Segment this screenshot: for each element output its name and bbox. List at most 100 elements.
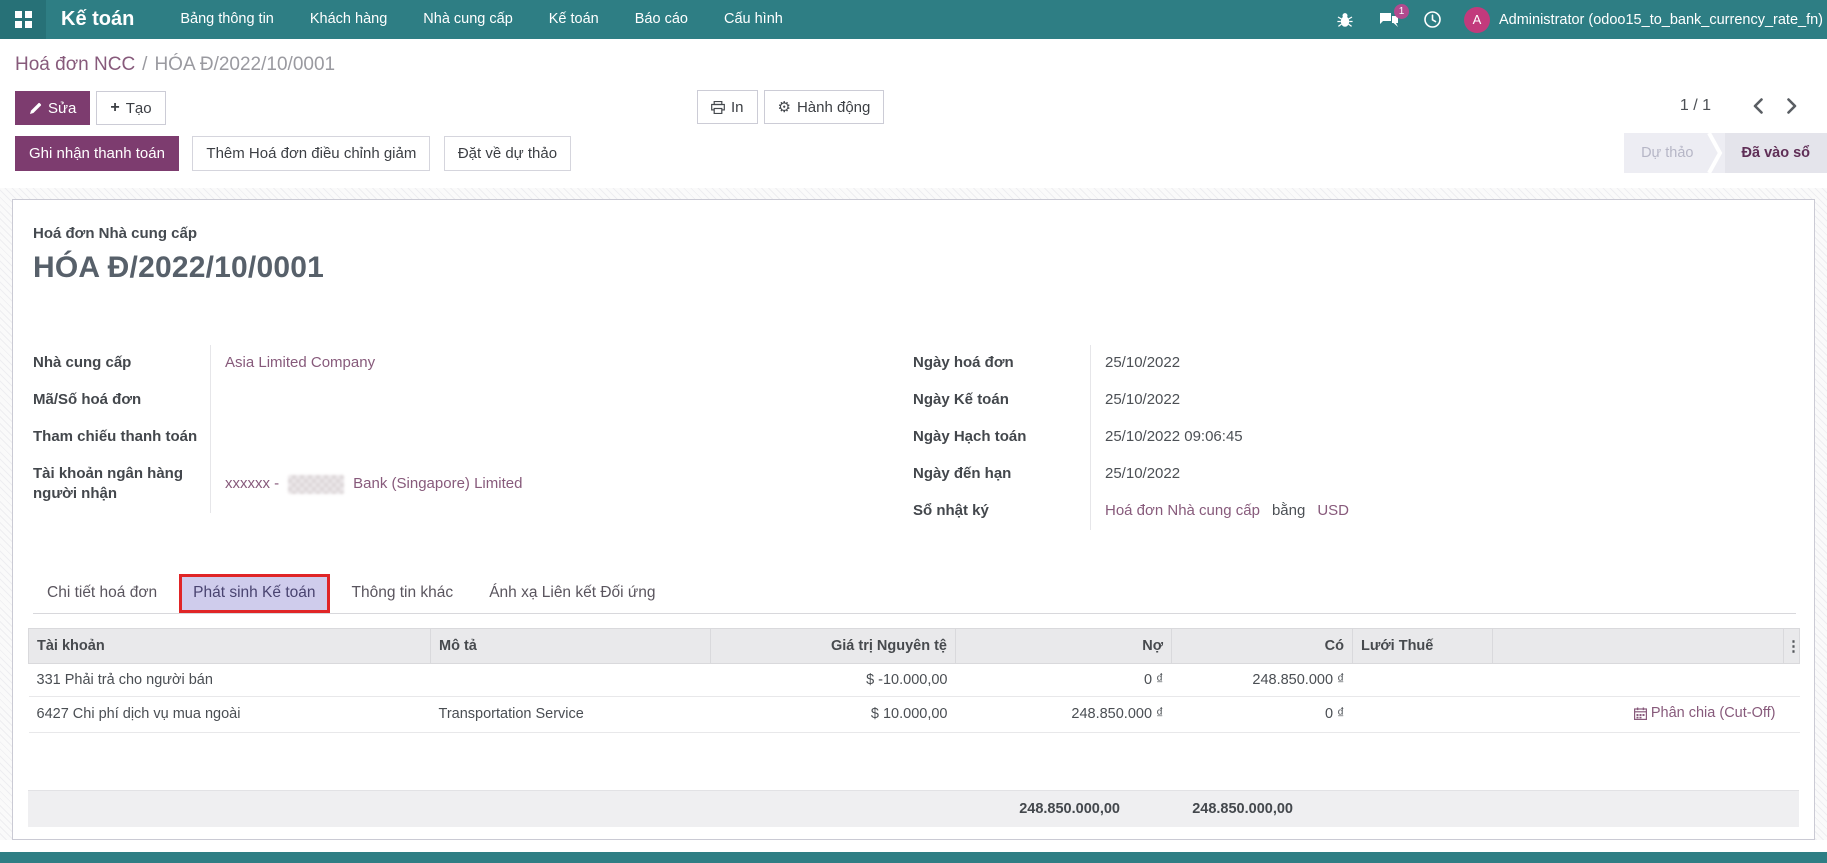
due-date-value[interactable]: 25/10/2022 (1090, 456, 1793, 493)
journal-connector: bằng (1260, 501, 1317, 521)
pager-count: 1 / 1 (1680, 97, 1711, 115)
tab-other-info[interactable]: Thông tin khác (338, 574, 468, 613)
bank-account-prefix[interactable]: xxxxxx - (225, 474, 279, 494)
printer-icon (711, 101, 725, 114)
document-buttons: In ⚙ Hành động (697, 90, 890, 124)
breadcrumb-parent-link[interactable]: Hoá đơn NCC (15, 54, 135, 75)
cell-credit: 248.850.000 ₫ (1172, 664, 1353, 697)
menu-item-customers[interactable]: Khách hàng (292, 0, 405, 39)
cutoff-button[interactable]: Phân chia (Cut-Off) (1634, 705, 1776, 721)
menu-item-accounting[interactable]: Kế toán (531, 0, 617, 39)
header-credit[interactable]: Có (1172, 629, 1353, 664)
apps-grid-icon (15, 11, 32, 28)
form-sheet: Hoá đơn Nhà cung cấp HÓA Đ/2022/10/0001 … (12, 199, 1815, 840)
field-label-posting-date: Ngày Hạch toán (913, 419, 1090, 456)
action-buttons-row: Sửa + Tạo In ⚙ Hành động 1 / 1 (0, 90, 1827, 126)
pager-next-icon[interactable] (1775, 94, 1809, 118)
breadcrumb: Hoá đơn NCC/HÓA Đ/2022/10/0001 (0, 50, 1827, 76)
action-menu-button[interactable]: ⚙ Hành động (764, 90, 885, 124)
menu-item-reports[interactable]: Báo cáo (617, 0, 706, 39)
menu-item-dashboard[interactable]: Bảng thông tin (162, 0, 292, 39)
field-label-journal: Sổ nhật ký (913, 493, 1090, 530)
register-payment-button[interactable]: Ghi nhận thanh toán (15, 136, 179, 171)
header-tax-grid[interactable]: Lưới Thuế (1353, 629, 1493, 664)
journal-value: Hoá đơn Nhà cung cấp bằng USD (1090, 493, 1793, 530)
cell-amount-currency: $ 10.000,00 (711, 697, 956, 733)
tab-journal-items[interactable]: Phát sinh Kế toán (179, 574, 329, 613)
document-type-label: Hoá đơn Nhà cung cấp (33, 225, 1814, 242)
payment-reference-value[interactable] (210, 419, 653, 456)
pencil-icon (29, 102, 42, 115)
table-row[interactable]: 331 Phải trả cho người bán $ -10.000,00 … (29, 664, 1800, 697)
header-debit[interactable]: Nợ (956, 629, 1172, 664)
column-toggle-icon[interactable]: ⋮ (1784, 629, 1800, 664)
state-draft[interactable]: Dự thảo (1624, 133, 1710, 173)
currency-link[interactable]: USD (1317, 501, 1349, 521)
tab-invoice-lines[interactable]: Chi tiết hoá đơn (33, 574, 171, 613)
debug-bug-icon[interactable] (1324, 0, 1366, 39)
field-label-recipient-bank: Tài khoản ngân hàng người nhận (33, 456, 210, 513)
user-menu[interactable]: Administrator (odoo15_to_bank_currency_r… (1490, 12, 1827, 28)
redacted-blur-box (288, 475, 344, 494)
gear-icon: ⚙ (778, 98, 791, 116)
bill-reference-value[interactable] (210, 382, 653, 419)
notebook-tabs: Chi tiết hoá đơn Phát sinh Kế toán Thông… (33, 574, 1796, 614)
totals-row: 248.850.000,00 248.850.000,00 (28, 790, 1799, 827)
field-label-vendor: Nhà cung cấp (33, 345, 210, 382)
right-field-group: Ngày hoá đơn 25/10/2022 Ngày Kế toán 25/… (913, 345, 1793, 530)
apps-menu-button[interactable] (0, 0, 46, 39)
bank-account-link[interactable]: Bank (Singapore) Limited (353, 474, 522, 494)
table-header-row: Tài khoản Mô tả Giá trị Nguyên tệ Nợ Có … (29, 629, 1800, 664)
table-row[interactable]: 6427 Chi phí dịch vụ mua ngoài Transport… (29, 697, 1800, 733)
breadcrumb-separator: / (135, 54, 154, 75)
cell-account: 6427 Chi phí dịch vụ mua ngoài (29, 697, 431, 733)
calendar-icon (1634, 707, 1647, 720)
state-arrow-icon (1711, 133, 1725, 173)
cell-debit: 248.850.000 ₫ (956, 697, 1172, 733)
total-credit: 248.850.000,00 (1171, 801, 1352, 817)
main-menu: Bảng thông tin Khách hàng Nhà cung cấp K… (162, 0, 801, 39)
pager-previous-icon[interactable] (1741, 94, 1775, 118)
control-panel: Hoá đơn NCC/HÓA Đ/2022/10/0001 Sửa + Tạo… (0, 39, 1827, 188)
top-navbar: Kế toán Bảng thông tin Khách hàng Nhà cu… (0, 0, 1827, 39)
recipient-bank-value: xxxxxx - Bank (Singapore) Limited (210, 456, 653, 513)
field-label-invoice-date: Ngày hoá đơn (913, 345, 1090, 382)
messages-icon[interactable]: 1 (1366, 0, 1411, 39)
app-title[interactable]: Kế toán (46, 8, 162, 31)
cell-credit: 0 ₫ (1172, 697, 1353, 733)
posting-date-value[interactable]: 25/10/2022 09:06:45 (1090, 419, 1793, 456)
header-description[interactable]: Mô tả (431, 629, 711, 664)
activities-clock-icon[interactable] (1411, 0, 1454, 39)
invoice-date-value[interactable]: 25/10/2022 (1090, 345, 1793, 382)
menu-item-vendors[interactable]: Nhà cung cấp (405, 0, 530, 39)
systray: 1 A Administrator (odoo15_to_bank_curren… (1324, 0, 1827, 39)
print-button[interactable]: In (697, 90, 758, 124)
edit-button[interactable]: Sửa (15, 91, 90, 125)
header-amount-currency[interactable]: Giá trị Nguyên tệ (711, 629, 956, 664)
header-extra (1493, 629, 1784, 664)
add-credit-note-button[interactable]: Thêm Hoá đơn điều chỉnh giảm (192, 136, 430, 171)
header-account[interactable]: Tài khoản (29, 629, 431, 664)
journal-link[interactable]: Hoá đơn Nhà cung cấp (1105, 501, 1260, 521)
messages-badge: 1 (1394, 4, 1409, 19)
reset-to-draft-button[interactable]: Đặt về dự thảo (444, 136, 571, 171)
plus-icon: + (110, 99, 119, 117)
menu-item-configuration[interactable]: Cấu hình (706, 0, 801, 39)
state-posted[interactable]: Đã vào sổ (1725, 133, 1827, 173)
accounting-date-value[interactable]: 25/10/2022 (1090, 382, 1793, 419)
field-label-due-date: Ngày đến hạn (913, 456, 1090, 493)
form-background: Hoá đơn Nhà cung cấp HÓA Đ/2022/10/0001 … (0, 188, 1827, 840)
total-debit: 248.850.000,00 (28, 801, 1171, 817)
tab-counterpart-mapping[interactable]: Ánh xạ Liên kết Đối ứng (475, 574, 669, 613)
cell-tax-grid (1353, 664, 1493, 697)
field-label-payment-reference: Tham chiếu thanh toán (33, 419, 210, 456)
cell-tax-grid (1353, 697, 1493, 733)
cell-cutoff (1493, 664, 1784, 697)
user-avatar[interactable]: A (1464, 7, 1490, 33)
field-label-accounting-date: Ngày Kế toán (913, 382, 1090, 419)
document-title: HÓA Đ/2022/10/0001 (33, 251, 1814, 285)
vendor-link[interactable]: Asia Limited Company (225, 353, 375, 373)
bottom-teal-bar (0, 852, 1827, 863)
create-button[interactable]: + Tạo (96, 91, 165, 125)
cell-description (431, 664, 711, 697)
